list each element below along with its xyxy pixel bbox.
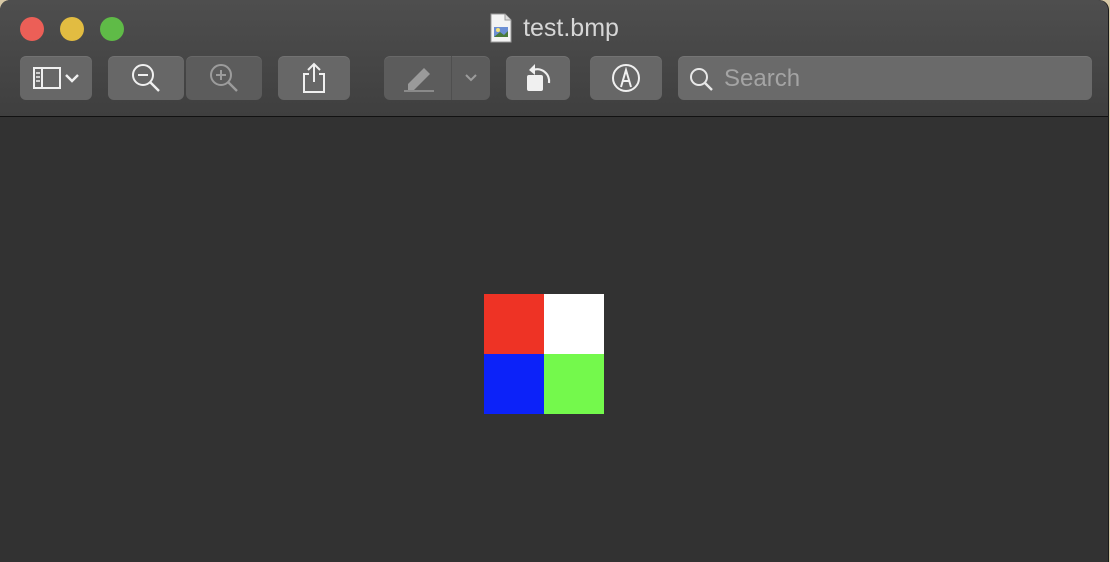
titlebar: test.bmp — [0, 0, 1108, 117]
sidebar-icon — [32, 66, 64, 90]
zoom-in-icon — [208, 62, 240, 94]
pixel-bottom-left — [484, 354, 544, 414]
window-title: test.bmp — [523, 14, 619, 42]
pixel-bottom-right — [544, 354, 604, 414]
window-title-area: test.bmp — [0, 12, 1108, 44]
zoom-out-button[interactable] — [108, 56, 184, 100]
zoom-in-button[interactable] — [186, 56, 262, 100]
zoom-out-icon — [130, 62, 162, 94]
share-button[interactable] — [278, 56, 350, 100]
chevron-down-icon[interactable] — [451, 73, 490, 83]
document-view — [0, 117, 1108, 562]
button-divider — [451, 56, 452, 100]
preview-window: test.bmp — [0, 0, 1108, 562]
highlighter-icon — [384, 62, 451, 94]
bmp-image — [484, 294, 604, 414]
search-icon — [688, 66, 714, 97]
markup-pen-icon — [610, 62, 642, 94]
pixel-top-right — [544, 294, 604, 354]
pixel-top-left — [484, 294, 544, 354]
highlight-button[interactable] — [384, 56, 490, 100]
share-icon — [300, 62, 328, 94]
markup-toolbar-button[interactable] — [590, 56, 662, 100]
rotate-left-button[interactable] — [506, 56, 570, 100]
sidebar-toggle-button[interactable] — [20, 56, 92, 100]
bmp-document-icon — [489, 13, 513, 43]
search-field[interactable] — [678, 56, 1092, 100]
chevron-down-icon — [64, 72, 80, 84]
rotate-left-icon — [521, 61, 555, 95]
search-input[interactable] — [722, 62, 1086, 96]
